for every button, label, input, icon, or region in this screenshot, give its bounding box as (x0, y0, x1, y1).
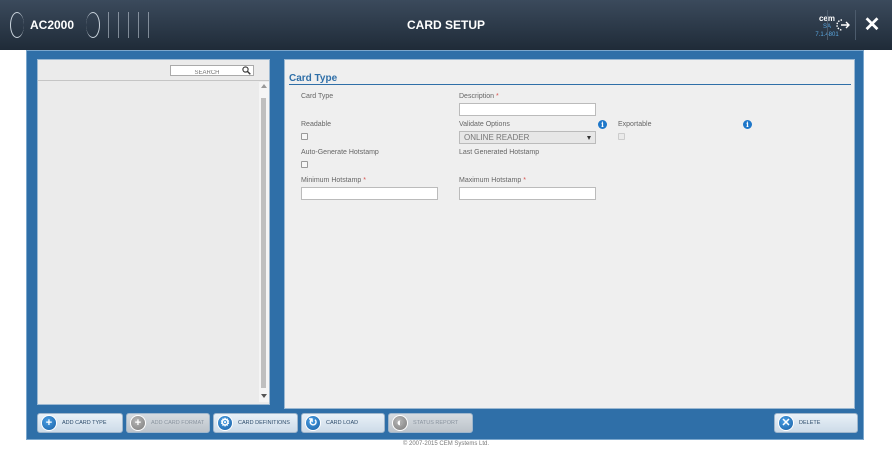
list-divider (38, 80, 269, 81)
card-type-label: Card Type (301, 93, 334, 100)
add-card-type-button[interactable]: + ADD CARD TYPE (37, 413, 123, 433)
status-report-icon: ◐ (392, 415, 408, 431)
add-icon: + (130, 415, 146, 431)
delete-button[interactable]: ✕ DELETE (774, 413, 858, 433)
section-title: Card Type (289, 73, 338, 84)
card-definitions-label: CARD DEFINITIONS (238, 420, 290, 426)
validate-options-info-icon[interactable]: i (598, 120, 607, 129)
card-type-form-panel: Card Type Card Type Description * Readab… (284, 59, 855, 409)
minimum-hotstamp-field[interactable] (301, 187, 438, 200)
maximum-hotstamp-field[interactable] (459, 187, 596, 200)
scroll-down-icon[interactable] (261, 394, 267, 398)
auto-generate-label: Auto-Generate Hotstamp (301, 149, 379, 156)
chevron-down-icon (587, 136, 591, 140)
add-card-type-label: ADD CARD TYPE (62, 420, 107, 426)
exportable-label: Exportable (618, 121, 652, 128)
header-separator (827, 10, 828, 40)
card-load-label: CARD LOAD (326, 420, 359, 426)
maximum-hotstamp-label: Maximum Hotstamp * (459, 177, 526, 184)
page-title: CARD SETUP (406, 18, 485, 32)
card-definitions-button[interactable]: ⚙ CARD DEFINITIONS (213, 413, 298, 433)
validate-options-label: Validate Options (459, 121, 510, 128)
add-card-format-label: ADD CARD FORMAT (151, 420, 205, 426)
close-icon[interactable]: ✕ (860, 14, 884, 36)
trash-icon: ✕ (778, 415, 794, 431)
validate-options-value: ONLINE READER (464, 133, 530, 142)
app-header: AC2000 CARD SETUP cem SA 7.1.4801 ✕ (0, 0, 892, 50)
last-generated-label: Last Generated Hotstamp (459, 149, 540, 156)
description-field[interactable] (459, 103, 596, 116)
auto-generate-checkbox[interactable] (301, 161, 308, 168)
description-label: Description * (459, 93, 499, 100)
logout-icon[interactable] (835, 18, 851, 32)
delete-label: DELETE (799, 420, 821, 426)
card-load-icon: ↻ (305, 415, 321, 431)
status-report-button[interactable]: ◐ STATUS REPORT (388, 413, 473, 433)
main-panel: Card Type Card Type Description * Readab… (26, 50, 864, 440)
search-box[interactable] (170, 65, 254, 78)
search-icon[interactable] (242, 66, 251, 75)
readable-label: Readable (301, 121, 331, 128)
card-type-list-panel (37, 59, 270, 405)
section-divider (289, 84, 851, 85)
add-card-format-button[interactable]: + ADD CARD FORMAT (126, 413, 210, 433)
exportable-checkbox[interactable] (618, 133, 625, 140)
scroll-up-icon[interactable] (261, 84, 267, 88)
scrollbar-thumb[interactable] (261, 98, 266, 388)
list-scrollbar[interactable] (259, 82, 269, 402)
validate-options-select[interactable]: ONLINE READER (459, 131, 596, 144)
status-report-label: STATUS REPORT (413, 420, 459, 426)
add-icon: + (41, 415, 57, 431)
readable-checkbox[interactable] (301, 133, 308, 140)
header-separator (855, 10, 856, 40)
exportable-info-icon[interactable]: i (743, 120, 752, 129)
copyright: © 2007-2015 CEM Systems Ltd. (402, 441, 490, 447)
gears-icon: ⚙ (217, 415, 233, 431)
card-load-button[interactable]: ↻ CARD LOAD (301, 413, 385, 433)
minimum-hotstamp-label: Minimum Hotstamp * (301, 177, 366, 184)
search-input[interactable] (171, 68, 243, 78)
